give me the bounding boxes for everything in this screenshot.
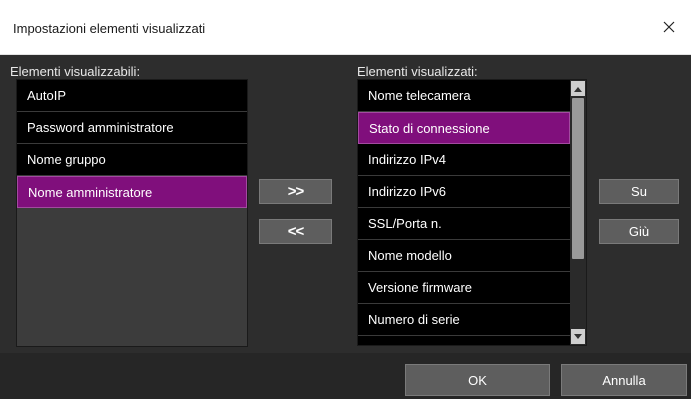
list-item[interactable]: SSL/Porta n. [358, 208, 570, 240]
list-item[interactable]: Password amministratore [17, 112, 247, 144]
remove-item-button[interactable]: << [259, 219, 332, 244]
list-item-selected[interactable]: Nome amministratore [17, 176, 247, 208]
list-item[interactable]: Indirizzo IPv6 [358, 176, 570, 208]
list-item[interactable]: Nome gruppo [17, 144, 247, 176]
dialog-footer: OK Annulla [0, 353, 691, 399]
list-item[interactable]: Versione firmware [358, 272, 570, 304]
add-item-button[interactable]: >> [259, 179, 332, 204]
available-items-label: Elementi visualizzabili: [10, 64, 141, 79]
move-down-button[interactable]: Giù [599, 219, 679, 244]
scroll-up-arrow-icon [574, 86, 582, 92]
close-icon [663, 21, 675, 33]
close-button[interactable] [647, 12, 691, 42]
displayed-items-label: Elementi visualizzati: [357, 64, 478, 79]
scroll-up-button[interactable] [571, 81, 585, 96]
displayed-list-scrollbar[interactable] [570, 80, 586, 345]
list-item[interactable]: Nome telecamera [358, 80, 570, 112]
scroll-down-button[interactable] [571, 329, 585, 344]
title-bar: Impostazioni elementi visualizzati [0, 0, 691, 55]
window-title: Impostazioni elementi visualizzati [13, 21, 206, 36]
available-items-list[interactable]: AutoIP Password amministratore Nome grup… [16, 79, 248, 347]
list-item[interactable]: Numero di serie [358, 304, 570, 336]
list-item-partial[interactable] [358, 336, 570, 345]
list-item[interactable]: Indirizzo IPv4 [358, 144, 570, 176]
list-item[interactable]: AutoIP [17, 80, 247, 112]
ok-button[interactable]: OK [405, 364, 550, 396]
list-item[interactable]: Nome modello [358, 240, 570, 272]
scrollbar-thumb[interactable] [572, 98, 584, 259]
list-item-selected[interactable]: Stato di connessione [358, 112, 570, 144]
displayed-items-list[interactable]: Nome telecamera Stato di connessione Ind… [357, 79, 587, 346]
scroll-down-arrow-icon [574, 333, 582, 339]
dialog-content: Elementi visualizzabili: AutoIP Password… [0, 55, 691, 353]
move-up-button[interactable]: Su [599, 179, 679, 204]
cancel-button[interactable]: Annulla [561, 364, 687, 396]
